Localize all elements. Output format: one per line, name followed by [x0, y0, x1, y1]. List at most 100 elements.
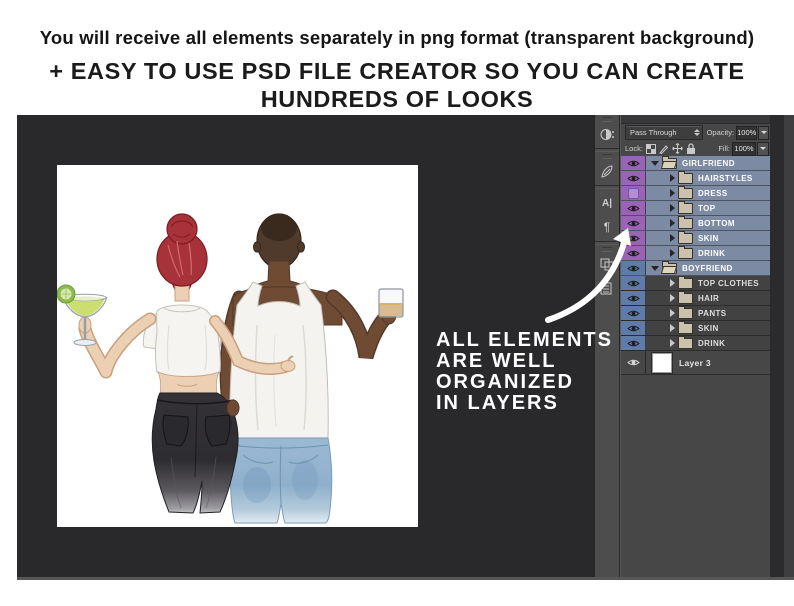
expand-triangle-icon[interactable] — [670, 249, 675, 257]
layer-name: PANTS — [698, 308, 727, 318]
layer-name: BOTTOM — [698, 218, 735, 228]
opacity-dropdown-button[interactable] — [758, 125, 769, 140]
layer-row-dress[interactable]: DRESS — [621, 186, 770, 201]
group-folder-icon — [678, 276, 693, 289]
man-hand-at-waist — [226, 399, 240, 417]
group-folder-icon — [678, 336, 693, 349]
expand-triangle-icon[interactable] — [670, 294, 675, 302]
visibility-toggle[interactable] — [621, 336, 646, 350]
annotation-line: ORGANIZED — [436, 371, 574, 393]
collapse-triangle-icon[interactable] — [651, 160, 659, 166]
group-folder-icon — [678, 306, 693, 319]
panel-header-strip — [621, 115, 770, 124]
expand-triangle-icon[interactable] — [670, 309, 675, 317]
annotation-line: IN LAYERS — [436, 392, 559, 414]
eye-icon — [626, 359, 640, 366]
group-folder-icon — [678, 171, 693, 184]
layer-name: TOP — [698, 203, 716, 213]
layer-row-hairstyles[interactable]: HAIRSTYLES — [621, 171, 770, 186]
lock-row: Lock: Fill: 100% — [621, 141, 770, 156]
fill-label: Fill: — [718, 144, 730, 153]
layer-row-girlfriend[interactable]: GIRLFRIEND — [621, 156, 770, 171]
group-folder-icon — [678, 291, 693, 304]
workspace-right-edge — [784, 115, 794, 577]
group-folder-icon — [678, 321, 693, 334]
layer-name: GIRLFRIEND — [682, 158, 735, 168]
visibility-toggle[interactable] — [621, 171, 646, 185]
expand-triangle-icon[interactable] — [670, 204, 675, 212]
character-panel-icon[interactable]: A| — [595, 191, 619, 215]
header-line-1: You will receive all elements separately… — [39, 27, 755, 48]
layer-name: HAIR — [698, 293, 720, 303]
product-listing-image: You will receive all elements separately… — [0, 0, 794, 606]
group-folder-icon — [678, 231, 693, 244]
expand-triangle-icon[interactable] — [670, 339, 675, 347]
eye-icon — [626, 160, 640, 166]
eye-icon — [626, 340, 640, 346]
adjustments-panel-icon[interactable] — [595, 122, 619, 146]
man-jeans — [229, 437, 333, 524]
layer-name: DRINK — [698, 248, 726, 258]
layer-name: TOP CLOTHES — [698, 278, 760, 288]
dock-divider — [595, 185, 619, 189]
opacity-value-field[interactable]: 100% — [736, 125, 758, 140]
group-folder-icon — [662, 156, 677, 169]
expand-triangle-icon[interactable] — [670, 324, 675, 332]
group-folder-icon — [678, 186, 693, 199]
panel-scrollbar-area — [770, 115, 784, 577]
woman-jeans — [151, 392, 239, 514]
group-folder-icon — [662, 261, 677, 274]
expand-triangle-icon[interactable] — [670, 174, 675, 182]
lock-transparency-icon[interactable] — [645, 143, 656, 154]
visibility-toggle[interactable] — [621, 351, 646, 374]
header-line-3: HUNDREDS OF LOOKS — [260, 86, 534, 112]
annotation-line: ARE WELL — [436, 350, 557, 372]
opacity-label: Opacity: — [706, 128, 735, 137]
layer-name: DRESS — [698, 188, 728, 198]
curved-arrow-icon — [545, 228, 631, 323]
layer-row-layer3[interactable]: Layer 3 — [621, 351, 770, 375]
dock-divider — [595, 148, 619, 152]
caret-down-icon — [760, 131, 767, 134]
whiskey-glass-icon — [378, 288, 404, 318]
blend-mode-select[interactable]: Pass Through — [625, 125, 703, 140]
expand-triangle-icon[interactable] — [670, 234, 675, 242]
group-folder-icon — [678, 246, 693, 259]
header-line-2: + EASY TO USE PSD FILE CREATOR SO YOU CA… — [49, 58, 745, 84]
layer-name: SKIN — [698, 323, 719, 333]
lock-all-padlock-icon[interactable] — [686, 142, 696, 155]
layer-name: DRINK — [698, 338, 726, 348]
expand-triangle-icon[interactable] — [670, 189, 675, 197]
layer-name: SKIN — [698, 233, 719, 243]
eye-icon — [626, 205, 640, 211]
hand-panel-icon[interactable] — [595, 159, 619, 183]
blend-mode-value: Pass Through — [630, 128, 677, 137]
photoshop-workspace: ALL ELEMENTS ARE WELL ORGANIZED IN LAYER… — [17, 115, 794, 580]
annotation-text: ALL ELEMENTS ARE WELL ORGANIZED IN LAYER… — [436, 330, 613, 414]
woman-hand-on-back — [280, 360, 296, 372]
layer-name: BOYFRIEND — [682, 263, 733, 273]
visibility-toggle[interactable] — [621, 186, 646, 200]
group-folder-icon — [678, 201, 693, 214]
layer-name: Layer 3 — [679, 357, 711, 368]
couple-illustration — [56, 213, 404, 524]
eye-icon — [626, 175, 640, 181]
document-canvas — [56, 165, 418, 527]
group-folder-icon — [678, 216, 693, 229]
lock-label: Lock: — [625, 144, 643, 153]
layer-thumbnail[interactable] — [651, 351, 673, 374]
lock-position-move-icon[interactable] — [672, 143, 683, 154]
hidden-eye-checkbox — [627, 187, 639, 199]
updown-arrows-icon — [693, 129, 700, 136]
layer-name: HAIRSTYLES — [698, 173, 753, 183]
visibility-toggle[interactable] — [621, 156, 646, 170]
blend-mode-row: Pass Through Opacity: 100% — [621, 124, 770, 141]
caret-down-icon — [760, 147, 766, 150]
fill-dropdown-button[interactable] — [757, 141, 769, 156]
expand-triangle-icon[interactable] — [670, 219, 675, 227]
lock-pixels-brush-icon[interactable] — [659, 144, 669, 154]
layers-panel: Pass Through Opacity: 100% Lock: Fill: 1… — [620, 115, 770, 577]
layer-row-drink-boyfriend[interactable]: DRINK — [621, 336, 770, 351]
fill-value-field[interactable]: 100% — [732, 141, 756, 156]
expand-triangle-icon[interactable] — [670, 279, 675, 287]
